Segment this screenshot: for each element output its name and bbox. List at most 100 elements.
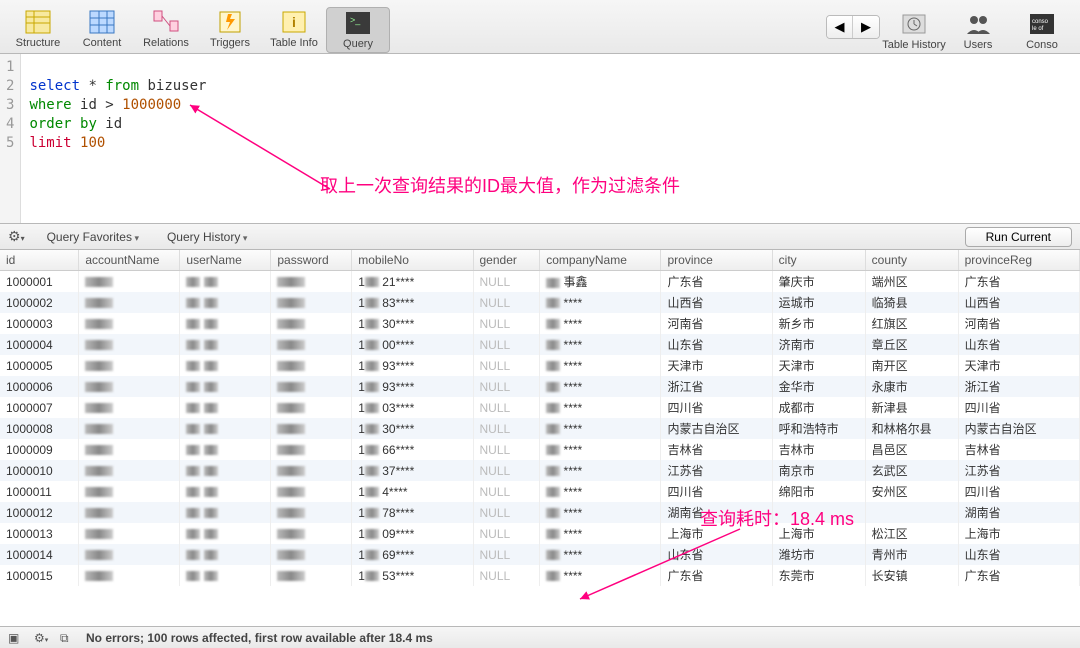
cell-accountName (79, 460, 180, 481)
col-password[interactable]: password (271, 250, 352, 271)
relations-icon (152, 9, 180, 35)
cell-accountName (79, 334, 180, 355)
table-row[interactable]: 1000014 1 69****NULL ****山东省潍坊市青州市山东省 (0, 544, 1080, 565)
query-favorites-dropdown[interactable]: Query Favorites (41, 228, 145, 246)
col-county[interactable]: county (865, 250, 958, 271)
query-bar: ⚙▾ Query Favorites Query History Run Cur… (0, 224, 1080, 250)
status-text: No errors; 100 rows affected, first row … (86, 631, 433, 645)
cell-companyName: **** (540, 376, 661, 397)
cell-accountName (79, 523, 180, 544)
cell-city: 成都市 (772, 397, 865, 418)
cell-county: 端州区 (865, 271, 958, 293)
tab-relations[interactable]: Relations (134, 7, 198, 53)
cell-province: 山西省 (661, 292, 772, 313)
table-row[interactable]: 1000005 1 93****NULL ****天津市天津市南开区天津市 (0, 355, 1080, 376)
tab-label: Table Info (270, 37, 318, 49)
line-gutter: 12345 (0, 54, 21, 223)
cell-county: 昌邑区 (865, 439, 958, 460)
cell-companyName: **** (540, 334, 661, 355)
cell-mobileNo: 1 93**** (352, 376, 473, 397)
cell-password (271, 418, 352, 439)
cell-county: 长安镇 (865, 565, 958, 586)
tab-content[interactable]: Content (70, 7, 134, 53)
table-row[interactable]: 1000013 1 09****NULL ****上海市上海市松江区上海市 (0, 523, 1080, 544)
cell-accountName (79, 355, 180, 376)
svg-text:le of: le of (1032, 26, 1044, 32)
copy-icon[interactable]: ⧉ (60, 631, 74, 645)
cell-gender: NULL (473, 292, 540, 313)
cell-city: 潍坊市 (772, 544, 865, 565)
cell-companyName: **** (540, 460, 661, 481)
col-provinceReg[interactable]: provinceReg (958, 250, 1079, 271)
table-history-button[interactable]: Table History (882, 9, 946, 53)
table-row[interactable]: 1000007 1 03****NULL ****四川省成都市新津县四川省 (0, 397, 1080, 418)
tab-structure[interactable]: Structure (6, 7, 70, 53)
svg-text:conso: conso (1032, 19, 1049, 25)
kw-limit: limit (29, 135, 80, 151)
kw-where: where (29, 97, 71, 113)
col-city[interactable]: city (772, 250, 865, 271)
col-province[interactable]: province (661, 250, 772, 271)
cell-id: 1000003 (0, 313, 79, 334)
cell-county: 南开区 (865, 355, 958, 376)
gear-icon[interactable]: ⚙▾ (8, 228, 25, 245)
users-icon (964, 11, 992, 37)
cell-accountName (79, 313, 180, 334)
col-userName[interactable]: userName (180, 250, 271, 271)
nav-forward-button[interactable]: ▶ (853, 16, 879, 38)
cell-gender: NULL (473, 544, 540, 565)
status-bar: ▣ ⚙▾ ⧉ No errors; 100 rows affected, fir… (0, 626, 1080, 648)
cell-provinceReg: 山东省 (958, 544, 1079, 565)
cell-county: 和林格尔县 (865, 418, 958, 439)
nav-back-button[interactable]: ◀ (827, 16, 853, 38)
cell-userName (180, 397, 271, 418)
table-row[interactable]: 1000001 1 21****NULL 事鑫广东省肇庆市端州区广东省 (0, 271, 1080, 293)
table-row[interactable]: 1000008 1 30****NULL ****内蒙古自治区呼和浩特市和林格尔… (0, 418, 1080, 439)
users-button[interactable]: Users (946, 9, 1010, 53)
table-row[interactable]: 1000002 1 83****NULL ****山西省运城市临猗县山西省 (0, 292, 1080, 313)
cell-companyName: **** (540, 544, 661, 565)
cell-city: 济南市 (772, 334, 865, 355)
query-history-dropdown[interactable]: Query History (161, 228, 253, 246)
cell-accountName (79, 481, 180, 502)
cell-userName (180, 565, 271, 586)
cell-province: 浙江省 (661, 376, 772, 397)
table-row[interactable]: 1000010 1 37****NULL ****江苏省南京市玄武区江苏省 (0, 460, 1080, 481)
cell-provinceReg: 河南省 (958, 313, 1079, 334)
table-row[interactable]: 1000006 1 93****NULL ****浙江省金华市永康市浙江省 (0, 376, 1080, 397)
cell-accountName (79, 565, 180, 586)
expand-icon[interactable]: ▣ (8, 631, 22, 645)
table-row[interactable]: 1000011 1 4****NULL ****四川省绵阳市安州区四川省 (0, 481, 1080, 502)
gear-small-icon[interactable]: ⚙▾ (34, 631, 48, 645)
table-row[interactable]: 1000004 1 00****NULL ****山东省济南市章丘区山东省 (0, 334, 1080, 355)
tab-triggers[interactable]: Triggers (198, 7, 262, 53)
cell-companyName: 事鑫 (540, 271, 661, 293)
cell-gender: NULL (473, 523, 540, 544)
cell-accountName (79, 502, 180, 523)
cell-id: 1000004 (0, 334, 79, 355)
table-row[interactable]: 1000012 1 78****NULL ****湖南省湖南省 (0, 502, 1080, 523)
col-companyName[interactable]: companyName (540, 250, 661, 271)
col-gender[interactable]: gender (473, 250, 540, 271)
cell-mobileNo: 1 78**** (352, 502, 473, 523)
cell-county: 松江区 (865, 523, 958, 544)
col-id[interactable]: id (0, 250, 79, 271)
results-grid[interactable]: idaccountNameuserNamepasswordmobileNogen… (0, 250, 1080, 626)
tab-tableinfo[interactable]: iTable Info (262, 7, 326, 53)
run-current-button[interactable]: Run Current (965, 227, 1072, 247)
sql-editor[interactable]: 12345 select * from bizuser where id > 1… (0, 54, 1080, 224)
col-mobileNo[interactable]: mobileNo (352, 250, 473, 271)
table-row[interactable]: 1000015 1 53****NULL ****广东省东莞市长安镇广东省 (0, 565, 1080, 586)
table-row[interactable]: 1000003 1 30****NULL ****河南省新乡市红旗区河南省 (0, 313, 1080, 334)
cell-county: 安州区 (865, 481, 958, 502)
cell-provinceReg: 四川省 (958, 397, 1079, 418)
table-row[interactable]: 1000009 1 66****NULL ****吉林省吉林市昌邑区吉林省 (0, 439, 1080, 460)
console-button[interactable]: console ofConso (1010, 9, 1074, 53)
cell-gender: NULL (473, 313, 540, 334)
cell-companyName: **** (540, 439, 661, 460)
cell-gender: NULL (473, 502, 540, 523)
tab-query[interactable]: >_Query (326, 7, 390, 53)
col-accountName[interactable]: accountName (79, 250, 180, 271)
cell-city: 南京市 (772, 460, 865, 481)
structure-icon (24, 9, 52, 35)
